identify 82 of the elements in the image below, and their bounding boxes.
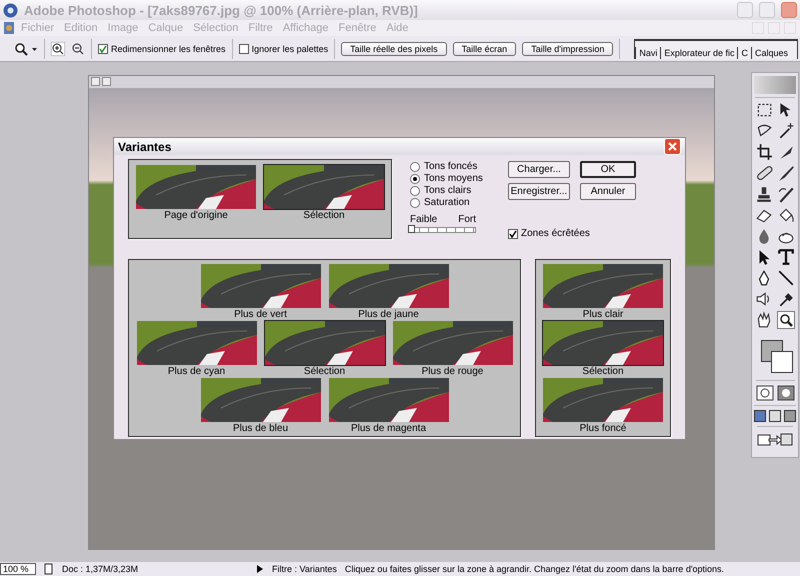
radio-label: Saturation xyxy=(424,197,470,208)
radio-button[interactable] xyxy=(410,162,420,172)
slider-min-label: Faible xyxy=(410,214,438,225)
zoom-in-icon[interactable] xyxy=(51,42,65,56)
palette-tab[interactable]: Calques xyxy=(750,46,791,58)
car-thumbnail[interactable] xyxy=(135,164,257,210)
quick-mask-icon[interactable] xyxy=(776,385,794,401)
radio-button[interactable] xyxy=(410,186,420,196)
magic-wand-icon[interactable] xyxy=(777,122,795,140)
car-thumbnail[interactable] xyxy=(542,320,664,366)
document-icon xyxy=(2,21,16,35)
zoom-out-icon[interactable] xyxy=(71,42,85,56)
thumbnail-label: Plus de bleu xyxy=(232,422,288,434)
checkbox-label: Redimensionner les fenêtres xyxy=(111,44,226,54)
thumbnail-label: Page d'origine xyxy=(164,210,228,221)
thumbnail-label: Sélection xyxy=(582,366,624,376)
palette-tab[interactable]: Navi xyxy=(635,46,660,58)
checkbox[interactable] xyxy=(98,44,108,54)
thumbnail-label: Plus de vert xyxy=(234,308,287,320)
dialog-button[interactable]: Enregistrer... xyxy=(508,183,570,200)
jump-to-icon[interactable] xyxy=(757,431,793,447)
thumbnail-label: Plus clair xyxy=(582,308,624,320)
car-thumbnail[interactable] xyxy=(200,376,322,422)
zoom-button[interactable]: Taille d'impression xyxy=(522,42,614,56)
brush-icon[interactable] xyxy=(777,164,795,182)
radio-button[interactable] xyxy=(410,198,420,208)
palette-tab[interactable]: Explorateur de fic xyxy=(660,46,738,58)
radio-label: Tons moyens xyxy=(424,173,483,184)
thumbnail-label: Sélection xyxy=(303,210,345,221)
history-brush-icon[interactable] xyxy=(777,185,795,203)
standard-mode-icon[interactable] xyxy=(756,385,774,401)
marquee-icon[interactable] xyxy=(755,101,773,119)
car-thumbnail[interactable] xyxy=(263,164,385,210)
car-thumbnail[interactable] xyxy=(542,262,664,308)
dialog-button[interactable]: Charger... xyxy=(508,161,570,178)
thumbnail-label: Sélection xyxy=(304,366,346,376)
palette-tab[interactable]: C xyxy=(737,46,751,58)
type-icon[interactable] xyxy=(777,248,795,266)
car-thumbnail[interactable] xyxy=(200,262,322,308)
car-thumbnail[interactable] xyxy=(136,320,258,366)
intensity-slider[interactable] xyxy=(410,227,476,233)
thumbnail-label: Plus foncé xyxy=(580,422,626,434)
thumbnail-label: Plus de cyan xyxy=(168,366,226,376)
window-title: Adobe Photoshop - [7aks89767.jpg @ 100% (Arrière-plan, RVB)] xyxy=(24,2,419,18)
car-thumbnail[interactable] xyxy=(328,376,450,422)
thumbnail-label: Plus de rouge xyxy=(422,366,484,376)
document-size: Doc : 1,37M/3,23M xyxy=(62,564,138,574)
line-icon[interactable] xyxy=(777,269,795,287)
car-thumbnail[interactable] xyxy=(542,376,664,422)
app-icon xyxy=(3,2,18,18)
stamp-icon[interactable] xyxy=(755,185,773,203)
thumbnail-label: Plus de magenta xyxy=(350,422,426,434)
radio-label: Tons foncés xyxy=(424,161,478,172)
paint-bucket-icon[interactable] xyxy=(777,206,795,224)
car-thumbnail[interactable] xyxy=(264,320,386,366)
zoom-button[interactable]: Taille réelle des pixels xyxy=(341,42,447,56)
checkbox-label: Ignorer les palettes xyxy=(252,44,328,54)
slider-thumb[interactable] xyxy=(408,225,415,233)
car-thumbnail[interactable] xyxy=(328,262,450,308)
checkbox[interactable] xyxy=(238,44,249,54)
menu-arrow-icon[interactable] xyxy=(256,564,264,574)
document-icon xyxy=(44,563,54,575)
magnifier-icon[interactable] xyxy=(777,311,795,329)
screen-mode-icon[interactable] xyxy=(784,410,796,422)
dialog-button[interactable]: OK xyxy=(580,161,636,178)
thumbnail-label: Plus de jaune xyxy=(358,308,419,320)
car-thumbnail[interactable] xyxy=(392,320,514,366)
dialog-title: Variantes xyxy=(118,140,172,154)
checkbox[interactable] xyxy=(508,228,518,238)
radio-label: Tons clairs xyxy=(424,185,472,196)
slider-max-label: Fort xyxy=(458,214,476,225)
radio-button[interactable] xyxy=(410,174,420,184)
crop-icon[interactable] xyxy=(755,143,773,161)
status-message: Cliquez ou faites glisser sur la zone à agrandir. Changez l'état du zoom dans la barre d'options. xyxy=(344,564,724,574)
toolbox-header xyxy=(754,76,796,94)
zoom-button[interactable]: Taille écran xyxy=(452,42,516,56)
filter-name: Filtre : Variantes xyxy=(272,564,337,574)
magnifier-icon[interactable] xyxy=(14,42,38,56)
checkbox-label: Zones écrêtées xyxy=(521,228,590,239)
dialog-button[interactable]: Annuler xyxy=(580,183,636,200)
zoom-field[interactable]: 100 % xyxy=(0,563,36,575)
screen-mode-icon[interactable] xyxy=(769,410,781,422)
